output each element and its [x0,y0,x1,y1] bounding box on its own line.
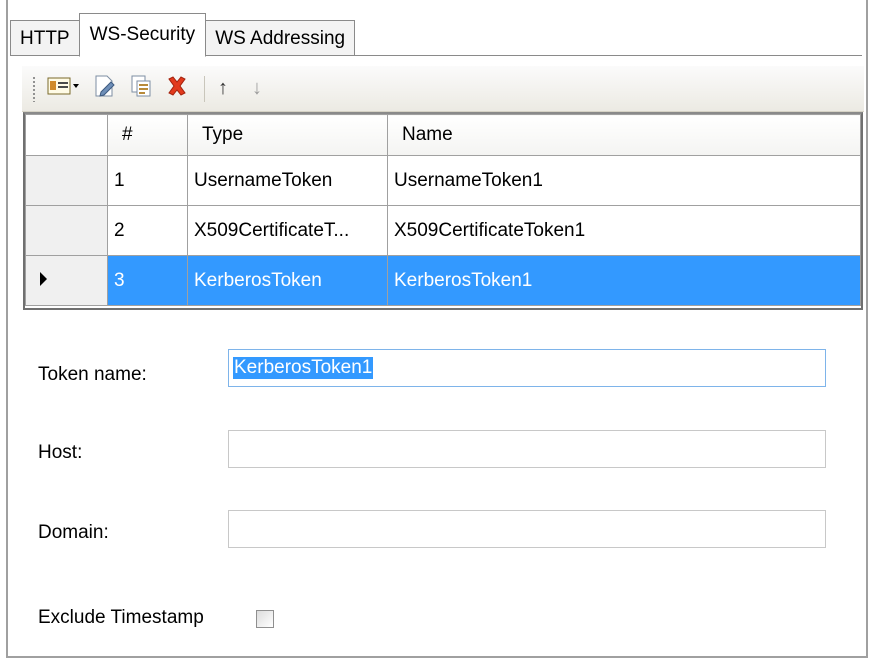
copy-icon [129,74,153,104]
toolbar: ↑ ↓ [22,66,864,112]
row-header[interactable] [25,205,108,256]
tab-ws-security[interactable]: WS-Security [78,13,207,57]
cell-number[interactable]: 1 [107,155,188,206]
host-input[interactable] [228,430,826,468]
exclude-timestamp-checkbox[interactable] [256,610,274,628]
token-name-label: Token name: [38,364,147,385]
host-label: Host: [38,442,83,463]
domain-input[interactable] [228,510,826,548]
cell-type[interactable]: X509CertificateT... [187,205,388,256]
edit-button[interactable] [90,74,120,104]
token-grid: # Type Name 1 UsernameToken UsernameToke… [23,112,863,310]
move-down-icon: ↓ [252,77,262,99]
move-down-button[interactable]: ↓ [249,74,265,104]
row-header[interactable] [25,155,108,206]
delete-button[interactable] [162,74,192,104]
tab-ws-addressing[interactable]: WS Addressing [205,20,356,56]
edit-icon [93,74,117,104]
cell-type[interactable]: KerberosToken [187,255,388,306]
grid-header-row: # Type Name [25,114,861,156]
cell-number[interactable]: 2 [107,205,188,256]
column-header-type[interactable]: Type [187,114,388,156]
add-token-dropdown-button[interactable] [44,74,84,104]
tab-strip: HTTP WS-Security WS Addressing [10,10,356,57]
column-header-name[interactable]: Name [387,114,861,156]
row-header-corner [25,114,108,156]
table-row[interactable]: 3 KerberosToken KerberosToken1 [25,255,861,306]
cell-type[interactable]: UsernameToken [187,155,388,206]
column-header-number[interactable]: # [107,114,188,156]
tab-http[interactable]: HTTP [10,20,80,56]
table-row[interactable]: 2 X509CertificateT... X509CertificateTok… [25,205,861,256]
current-row-arrow-icon [40,271,47,286]
table-row[interactable]: 1 UsernameToken UsernameToken1 [25,155,861,206]
domain-label: Domain: [38,522,109,543]
add-token-dropdown-icon [47,75,81,103]
delete-icon [165,74,189,104]
cell-number[interactable]: 3 [107,255,188,306]
token-name-input[interactable]: KerberosToken1 [228,349,826,387]
cell-name[interactable]: UsernameToken1 [387,155,861,206]
exclude-timestamp-label: Exclude Timestamp [38,607,204,628]
row-header[interactable] [25,255,108,306]
move-up-icon: ↑ [218,77,228,99]
copy-button[interactable] [126,74,156,104]
move-up-button[interactable]: ↑ [215,74,231,104]
cell-name[interactable]: KerberosToken1 [387,255,861,306]
cell-name[interactable]: X509CertificateToken1 [387,205,861,256]
token-name-value: KerberosToken1 [233,357,374,379]
toolbar-grip[interactable] [32,75,36,102]
toolbar-separator [204,75,205,102]
